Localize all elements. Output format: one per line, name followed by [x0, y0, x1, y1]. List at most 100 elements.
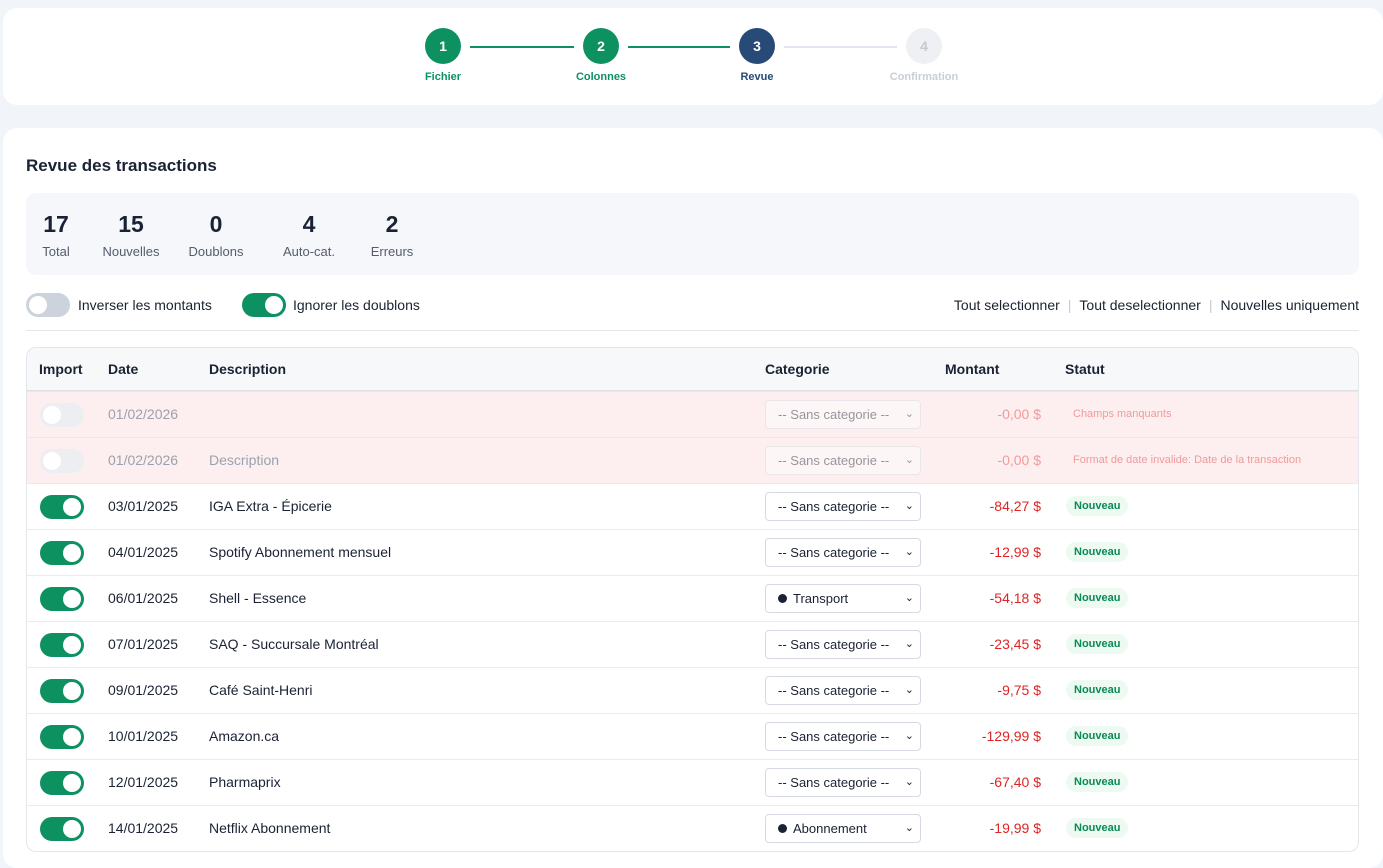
step-2[interactable]: 2 Colonnes: [551, 28, 651, 83]
date-cell: 06/01/2025: [108, 576, 178, 621]
col-category: Categorie: [765, 348, 830, 390]
import-toggle[interactable]: [40, 679, 84, 703]
description-cell: SAQ - Succursale Montréal: [209, 622, 379, 667]
date-cell: 04/01/2025: [108, 530, 178, 575]
category-value: -- Sans categorie --: [778, 729, 889, 744]
ignore-duplicates-toggle[interactable]: [242, 293, 286, 317]
stat-nouvelles: 15Nouvelles: [101, 211, 161, 259]
category-select[interactable]: Transport⌄: [765, 584, 921, 613]
import-toggle[interactable]: [40, 725, 84, 749]
description-cell: Shell - Essence: [209, 576, 306, 621]
amount-cell: -12,99 $: [990, 530, 1041, 575]
table-row: 12/01/2025 Pharmaprix -- Sans categorie …: [27, 759, 1358, 805]
date-cell: 14/01/2025: [108, 806, 178, 851]
chevron-down-icon: ⌄: [905, 723, 914, 750]
table-row: 14/01/2025 Netflix Abonnement Abonnement…: [27, 805, 1358, 851]
stat-label: Total: [26, 244, 86, 259]
status-badge: Nouveau: [1066, 588, 1128, 608]
stat-total: 17 Total: [26, 211, 86, 259]
stat-value: 17: [26, 211, 86, 238]
step-circle: 1: [425, 28, 461, 64]
status-badge: Nouveau: [1066, 818, 1128, 838]
category-select[interactable]: -- Sans categorie --⌄: [765, 676, 921, 705]
category-value: -- Sans categorie --: [778, 775, 889, 790]
description-cell: Netflix Abonnement: [209, 806, 330, 851]
chevron-down-icon: ⌄: [905, 631, 914, 658]
invert-amounts-toggle[interactable]: [26, 293, 70, 317]
category-select: -- Sans categorie --⌄: [765, 400, 921, 429]
chevron-down-icon: ⌄: [905, 493, 914, 520]
stat-value: 4: [279, 211, 339, 238]
selection-links: Tout selectionner|Tout deselectionner|No…: [954, 297, 1359, 313]
review-panel: Revue des transactions 17Total15Nouvelle…: [3, 128, 1383, 868]
stats-bar: 17Total15Nouvelles0Doublons4Auto-cat.2Er…: [26, 193, 1359, 275]
status-badge: Nouveau: [1066, 772, 1128, 792]
chevron-down-icon: ⌄: [905, 401, 914, 428]
amount-cell: -23,45 $: [990, 622, 1041, 667]
category-select[interactable]: -- Sans categorie --⌄: [765, 630, 921, 659]
table-row: 01/02/2026 -- Sans categorie --⌄ -0,00 $…: [27, 391, 1358, 437]
step-4[interactable]: 4Confirmation: [874, 28, 974, 83]
category-dot-icon: [778, 594, 787, 603]
step-label: Colonnes: [551, 71, 651, 83]
stat-label: Auto-cat.: [279, 244, 339, 259]
col-description: Description: [209, 348, 286, 390]
date-cell: 07/01/2025: [108, 622, 178, 667]
import-toggle[interactable]: [40, 817, 84, 841]
category-select[interactable]: Abonnement⌄: [765, 814, 921, 843]
description-cell: Spotify Abonnement mensuel: [209, 530, 391, 575]
category-select[interactable]: -- Sans categorie --⌄: [765, 768, 921, 797]
stat-doublons: 0 Doublons: [186, 211, 246, 259]
amount-cell: -129,99 $: [982, 714, 1041, 759]
category-value: Transport: [793, 591, 848, 606]
new-only-link[interactable]: Nouvelles uniquement: [1220, 297, 1359, 313]
table-row: 07/01/2025 SAQ - Succursale Montréal -- …: [27, 621, 1358, 667]
date-cell: 12/01/2025: [108, 760, 178, 805]
col-date: Date: [108, 348, 138, 390]
amount-cell: -9,75 $: [997, 668, 1041, 713]
category-select[interactable]: -- Sans categorie --⌄: [765, 538, 921, 567]
stat-label: Doublons: [186, 244, 246, 259]
amount-cell: -19,99 $: [990, 806, 1041, 851]
status-badge: Nouveau: [1066, 680, 1128, 700]
table-row: 03/01/2025 IGA Extra - Épicerie -- Sans …: [27, 483, 1358, 529]
category-value: -- Sans categorie --: [778, 683, 889, 698]
description-cell: Café Saint-Henri: [209, 668, 313, 713]
divider: [26, 330, 1359, 331]
stat-value: 0: [186, 211, 246, 238]
amount-cell: -0,00 $: [997, 392, 1041, 437]
step-1[interactable]: 1Fichier: [393, 28, 493, 83]
col-amount: Montant: [945, 348, 999, 390]
stat-autocat: 4 Auto-cat.: [279, 211, 339, 259]
step-circle: 2: [583, 28, 619, 64]
category-select: -- Sans categorie --⌄: [765, 446, 921, 475]
import-toggle[interactable]: [40, 495, 84, 519]
import-toggle[interactable]: [40, 771, 84, 795]
import-toggle[interactable]: [40, 587, 84, 611]
amount-cell: -67,40 $: [990, 760, 1041, 805]
description-cell: Pharmaprix: [209, 760, 281, 805]
select-all-link[interactable]: Tout selectionner: [954, 297, 1060, 313]
date-cell: 01/02/2026: [108, 438, 178, 483]
category-value: Abonnement: [793, 821, 867, 836]
table-row: 04/01/2025 Spotify Abonnement mensuel --…: [27, 529, 1358, 575]
stat-label: Nouvelles: [101, 244, 161, 259]
date-cell: 03/01/2025: [108, 484, 178, 529]
category-select[interactable]: -- Sans categorie --⌄: [765, 492, 921, 521]
status-badge: Nouveau: [1066, 634, 1128, 654]
amount-cell: -0,00 $: [997, 438, 1041, 483]
status-badge: Nouveau: [1066, 542, 1128, 562]
import-toggle: [40, 403, 84, 427]
deselect-all-link[interactable]: Tout deselectionner: [1079, 297, 1200, 313]
step-circle: 4: [906, 28, 942, 64]
import-toggle[interactable]: [40, 633, 84, 657]
step-label: Revue: [707, 71, 807, 83]
stat-value: 2: [362, 211, 422, 238]
category-select[interactable]: -- Sans categorie -- ⌄: [765, 722, 921, 751]
step-3[interactable]: 3 Revue: [707, 28, 807, 83]
step-circle: 3: [739, 28, 775, 64]
table-header: Import Date Description Categorie Montan…: [27, 348, 1358, 391]
import-toggle[interactable]: [40, 541, 84, 565]
category-dot-icon: [778, 824, 787, 833]
date-cell: 09/01/2025: [108, 668, 178, 713]
